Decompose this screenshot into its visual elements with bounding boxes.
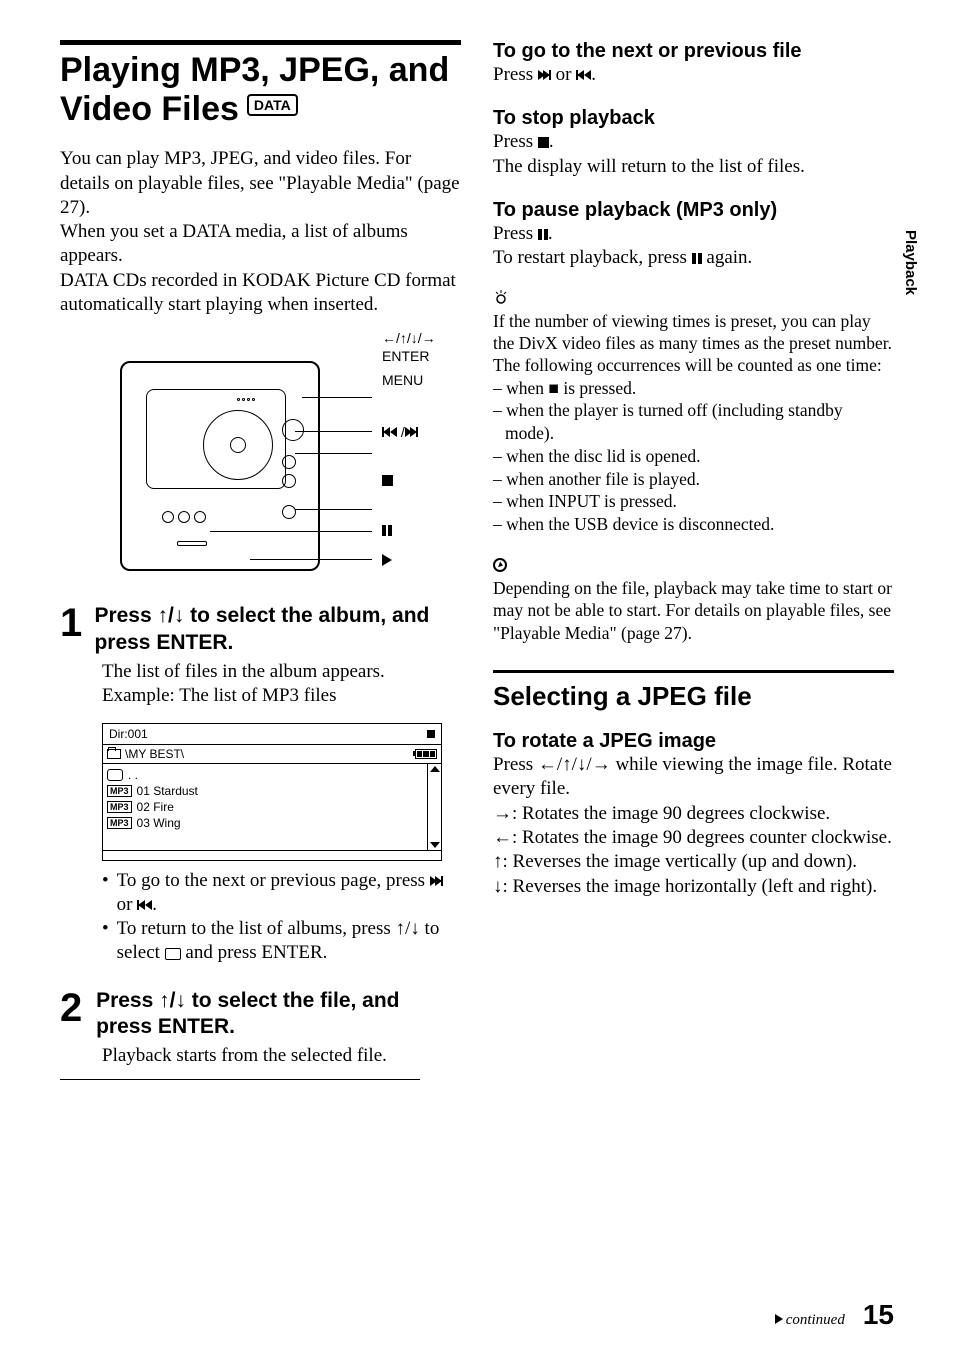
illus-label-stop <box>382 473 393 487</box>
page-footer: continued 15 <box>775 1299 894 1331</box>
left-column: Playing MP3, JPEG, and Video Files DATA … <box>60 40 461 1080</box>
section-stop-line2: The display will return to the list of f… <box>493 155 894 179</box>
step-2: 2 Press ↑/↓ to select the file, and pres… <box>60 988 461 1041</box>
mp3-tag-icon: MP3 <box>107 801 132 813</box>
illus-label-play <box>382 553 392 567</box>
step-1-heading: Press ↑/↓ to select the album, and press… <box>94 603 461 656</box>
tip-block: If the number of viewing times is preset… <box>493 289 894 536</box>
subsection-rule <box>493 670 894 673</box>
illus-label-arrows: ←/↑/↓/→ <box>382 331 436 345</box>
player-illustration: ←/↑/↓/→ ENTER MENU / <box>120 331 450 581</box>
tip-item: – when ■ is pressed. <box>493 377 894 400</box>
section-stop: To stop playback <box>493 107 894 130</box>
intro-paragraph-1: You can play MP3, JPEG, and video files.… <box>60 147 461 220</box>
section-pause-line2: To restart playback, press again. <box>493 246 894 270</box>
step-1-body: The list of files in the album appears. … <box>102 660 461 709</box>
note-text: Depending on the file, playback may take… <box>493 577 894 644</box>
fb-scrollbar <box>427 764 441 850</box>
scroll-down-icon <box>430 842 440 848</box>
tip-item: – when the player is turned off (includi… <box>493 399 894 445</box>
list-item: MP302 Fire <box>107 800 423 814</box>
illus-label-pause <box>382 523 392 537</box>
section-next-prev: To go to the next or previous file <box>493 40 894 63</box>
subsection-title: Selecting a JPEG file <box>493 681 894 712</box>
tip-item: – when another file is played. <box>493 468 894 491</box>
tip-item: – when the disc lid is opened. <box>493 445 894 468</box>
illus-label-prevnext: / <box>382 425 418 439</box>
intro-paragraph-2: When you set a DATA media, a list of alb… <box>60 220 461 269</box>
tip-icon <box>493 289 509 305</box>
continued-label: continued <box>786 1312 845 1328</box>
data-badge: DATA <box>247 94 298 116</box>
step-2-heading: Press ↑/↓ to select the file, and press … <box>96 988 461 1041</box>
section-rotate: To rotate a JPEG image <box>493 730 894 753</box>
battery-icon <box>413 749 437 759</box>
rotate-r4: ↓: Reverses the image horizontally (left… <box>493 875 894 899</box>
list-item: MP303 Wing <box>107 816 423 830</box>
tip-item: – when the USB device is disconnected. <box>493 513 894 536</box>
note-block: Depending on the file, playback may take… <box>493 558 894 644</box>
fb-list: . . MP301 Stardust MP302 Fire MP303 Wing <box>103 764 427 850</box>
scroll-up-icon <box>430 766 440 772</box>
section-tab: Playback <box>902 230 919 295</box>
section-next-prev-body: Press or . <box>493 63 894 87</box>
rotate-line1: Press ←/↑/↓/→ while viewing the image fi… <box>493 753 894 802</box>
page-title: Playing MP3, JPEG, and Video Files <box>60 51 449 128</box>
right-column: To go to the next or previous file Press… <box>493 40 894 1080</box>
rotate-r2: ←: Rotates the image 90 degrees counter … <box>493 826 894 850</box>
folder-icon <box>107 749 121 759</box>
mp3-tag-icon: MP3 <box>107 785 132 797</box>
fb-stop-indicator <box>427 730 435 738</box>
list-item: MP301 Stardust <box>107 784 423 798</box>
continued-arrow-icon <box>775 1314 783 1324</box>
page-number: 15 <box>863 1299 894 1331</box>
up-folder-icon <box>165 948 181 960</box>
mp3-tag-icon: MP3 <box>107 817 132 829</box>
tip-item: – when INPUT is pressed. <box>493 490 894 513</box>
section-pause-line1: Press . <box>493 222 894 246</box>
step-2-number: 2 <box>60 988 86 1028</box>
list-item: . . <box>107 768 423 782</box>
tip-list: – when ■ is pressed. – when the player i… <box>493 377 894 536</box>
step-2-body: Playback starts from the selected file. <box>102 1044 461 1068</box>
section-pause: To pause playback (MP3 only) <box>493 199 894 222</box>
file-browser: Dir:001 \MY BEST\ . . MP301 Stardust MP3… <box>102 723 442 861</box>
illus-label-enter: ENTER <box>382 349 429 363</box>
heading-rule <box>60 40 461 45</box>
fb-path-text: \MY BEST\ <box>125 747 184 761</box>
rotate-r1: →: Rotates the image 90 degrees clockwis… <box>493 802 894 826</box>
note-icon <box>493 558 507 572</box>
step-1-bullets: •To go to the next or previous page, pre… <box>102 869 461 966</box>
tip-intro: If the number of viewing times is preset… <box>493 310 894 377</box>
step-1: 1 Press ↑/↓ to select the album, and pre… <box>60 603 461 656</box>
section-stop-line1: Press . <box>493 130 894 154</box>
intro-paragraph-3: DATA CDs recorded in KODAK Picture CD fo… <box>60 269 461 318</box>
fb-dir-label: Dir:001 <box>109 727 148 741</box>
rotate-r3: ↑: Reverses the image vertically (up and… <box>493 850 894 874</box>
illus-label-menu: MENU <box>382 373 423 387</box>
up-folder-icon <box>107 769 123 781</box>
step-1-number: 1 <box>60 603 84 643</box>
